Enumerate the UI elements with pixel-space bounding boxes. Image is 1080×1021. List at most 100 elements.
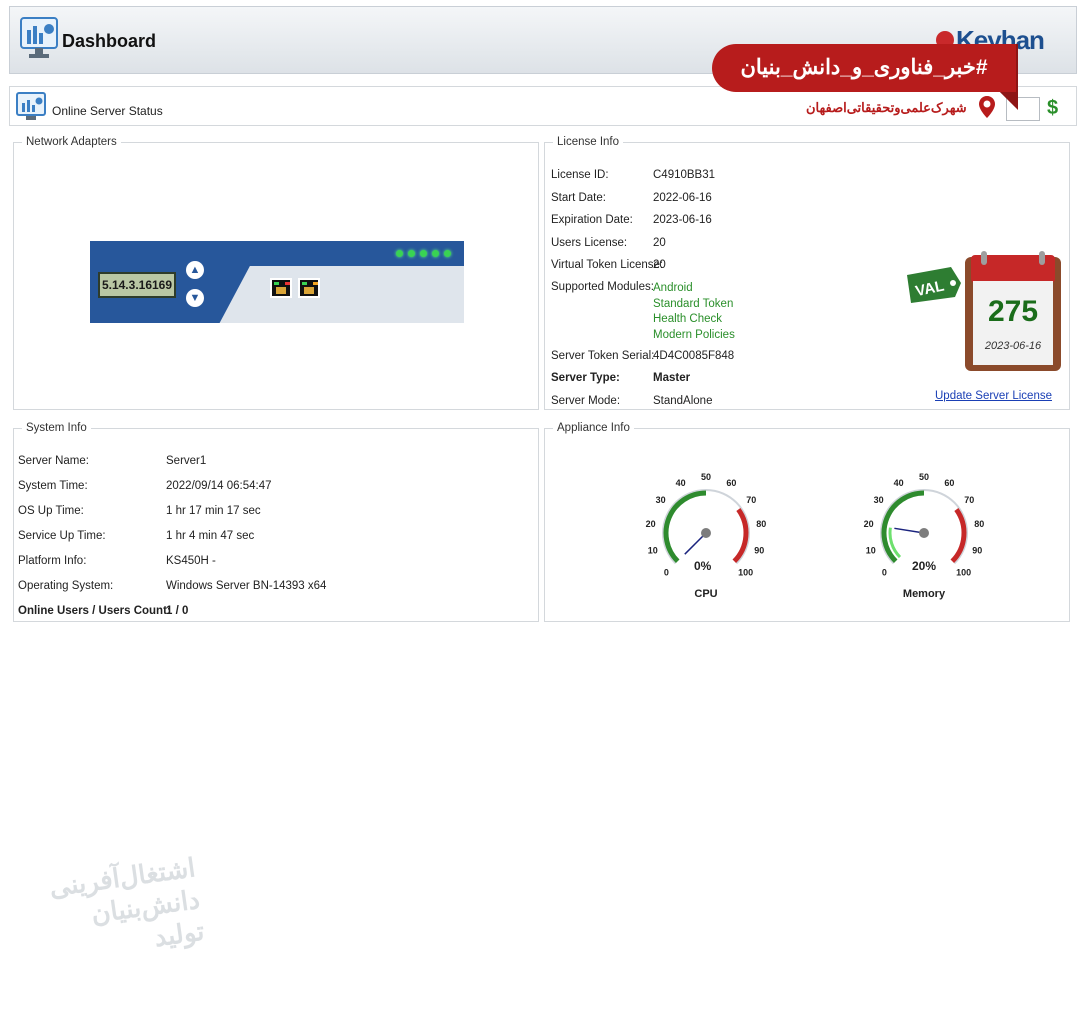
users-license-label: Users License: xyxy=(551,237,628,249)
online-users-label: Online Users / Users Count: xyxy=(18,605,171,617)
panel-legend: License Info xyxy=(553,136,624,148)
cpu-gauge: 0 10 20 30 40 50 60 70 80 90 100 0% CPU xyxy=(631,453,781,603)
gauge-tick-label: 100 xyxy=(738,568,753,578)
module-item: Android xyxy=(653,282,693,294)
server-mode-label: Server Mode: xyxy=(551,395,621,407)
gauge-tick-label: 40 xyxy=(676,478,686,488)
gauge-tick-label: 10 xyxy=(866,545,876,555)
update-server-license-link[interactable]: Update Server License xyxy=(935,390,1052,402)
gauge-dial: 0 10 20 30 40 50 60 70 80 90 100 xyxy=(864,472,985,578)
location-text: شهرک‌علمی‌وتحقیقاتی‌اصفهان xyxy=(806,100,967,115)
gauge-tick-label: 90 xyxy=(972,545,982,555)
os-up-time-value: 1 hr 17 min 17 sec xyxy=(166,505,261,517)
gauge-tick-label: 20 xyxy=(646,519,656,529)
gauge-tick-label: 70 xyxy=(746,495,756,505)
supported-modules-list: Android Standard Token Health Check Mode… xyxy=(653,281,735,343)
location-pin-icon xyxy=(978,96,996,118)
adapter-down-button[interactable]: ▼ xyxy=(186,289,204,307)
gauge-label: CPU xyxy=(694,588,718,600)
gauge-tick-label: 80 xyxy=(974,519,984,529)
ethernet-port-icon xyxy=(298,278,320,298)
gauge-tick-label: 60 xyxy=(944,478,954,488)
server-type-label: Server Type: xyxy=(551,372,620,384)
watermark: اشتغال‌آفرینی دانش‌بنیان تولید xyxy=(47,852,207,953)
calendar-date: 2023-06-16 xyxy=(984,340,1042,352)
gauge-tick-label: 40 xyxy=(894,478,904,488)
server-mode-value: StandAlone xyxy=(653,395,713,407)
days-remaining: 275 xyxy=(988,295,1038,328)
gauge-hub xyxy=(919,528,929,538)
gauge-tick-label: 90 xyxy=(754,545,764,555)
gauge-tick-label: 70 xyxy=(964,495,974,505)
news-hashtag-banner: #خبر_فناوری_و_دانش_بنیان xyxy=(712,44,1016,92)
page-title: Dashboard xyxy=(62,31,157,51)
panel-legend: System Info xyxy=(22,422,91,434)
expiration-date-value: 2023-06-16 xyxy=(653,214,712,226)
service-up-time-label: Service Up Time: xyxy=(18,530,106,542)
ethernet-port-icon xyxy=(270,278,292,298)
status-led-icon xyxy=(432,250,439,257)
status-led-icon xyxy=(420,250,427,257)
server-token-serial-value: 4D4C0085F848 xyxy=(653,350,735,362)
module-item: Modern Policies xyxy=(653,328,735,341)
virtual-token-license-value: 20 xyxy=(653,259,666,271)
panel-legend: Appliance Info xyxy=(553,422,634,434)
module-item: Health Check xyxy=(653,313,723,325)
memory-gauge: 0 10 20 30 40 50 60 70 80 90 100 20% Memory xyxy=(849,453,999,603)
os-up-time-label: OS Up Time: xyxy=(18,505,84,517)
service-up-time-value: 1 hr 4 min 47 sec xyxy=(166,530,255,542)
server-name-label: Server Name: xyxy=(18,455,89,467)
server-status-icon xyxy=(16,92,46,122)
license-info-panel: License Info License ID: C4910BB31 Start… xyxy=(544,136,1070,410)
platform-info-label: Platform Info: xyxy=(18,555,87,567)
status-led-icon xyxy=(396,250,403,257)
server-status-title: Online Server Status xyxy=(52,104,163,118)
appliance-info-panel: Appliance Info 0 10 20 30 40 50 60 70 80 90 100 0% C… xyxy=(544,422,1070,622)
license-id-value: C4910BB31 xyxy=(653,169,716,181)
system-info-panel: System Info Server Name: Server1 System … xyxy=(13,422,539,952)
gauge-tick-label: 60 xyxy=(726,478,736,488)
gauge-tick-label: 10 xyxy=(648,545,658,555)
server-token-serial-label: Server Token Serial: xyxy=(551,350,655,362)
operating-system-label: Operating System: xyxy=(18,580,114,592)
gauge-tick-label: 30 xyxy=(874,495,884,505)
expiration-date-label: Expiration Date: xyxy=(551,214,633,226)
supported-modules-label: Supported Modules: xyxy=(551,281,654,293)
system-time-label: System Time: xyxy=(18,480,88,492)
adapter-ip-display: 5.14.3.16169 xyxy=(98,272,176,298)
operating-system-value: Windows Server BN-14393 x64 xyxy=(166,580,327,592)
gauge-label: Memory xyxy=(902,588,946,600)
panel-legend: Network Adapters xyxy=(22,136,121,148)
validity-tag: VAL xyxy=(907,267,963,303)
network-adapters-panel: Network Adapters 5.14.3.16169 ▲ ▼ xyxy=(13,136,539,410)
gauge-tick-label: 80 xyxy=(756,519,766,529)
gauge-tick-label: 0 xyxy=(664,568,669,578)
gauge-hub xyxy=(701,528,711,538)
gauge-tick-label: 20 xyxy=(864,519,874,529)
users-license-value: 20 xyxy=(653,237,666,249)
gauge-tick-label: 100 xyxy=(956,568,971,578)
gauge-tick-label: 0 xyxy=(882,568,887,578)
module-item: Standard Token xyxy=(653,297,734,310)
online-users-value: 1 / 0 xyxy=(166,605,189,617)
refresh-icon[interactable]: $ xyxy=(1047,97,1065,119)
license-calendar-icon: 275 2023-06-16 xyxy=(963,251,1063,373)
network-appliance: 5.14.3.16169 ▲ ▼ xyxy=(90,241,464,323)
gauge-value: 20% xyxy=(912,559,937,573)
server-type-value: Master xyxy=(653,372,691,384)
gauge-value: 0% xyxy=(694,559,712,573)
virtual-token-license-label: Virtual Token License: xyxy=(551,259,664,271)
gauge-tick-label: 50 xyxy=(919,472,929,482)
adapter-up-button[interactable]: ▲ xyxy=(186,261,204,279)
license-id-label: License ID: xyxy=(551,169,609,181)
platform-info-value: KS450H - xyxy=(166,555,216,567)
start-date-value: 2022-06-16 xyxy=(653,192,712,204)
status-led-icon xyxy=(444,250,451,257)
gauge-dial: 0 10 20 30 40 50 60 70 80 90 100 xyxy=(646,472,767,578)
status-led-icon xyxy=(408,250,415,257)
gauge-tick-label: 30 xyxy=(656,495,666,505)
gauge-tick-label: 50 xyxy=(701,472,711,482)
dashboard-monitor-icon xyxy=(20,16,58,64)
system-time-value: 2022/09/14 06:54:47 xyxy=(166,480,272,492)
start-date-label: Start Date: xyxy=(551,192,606,204)
